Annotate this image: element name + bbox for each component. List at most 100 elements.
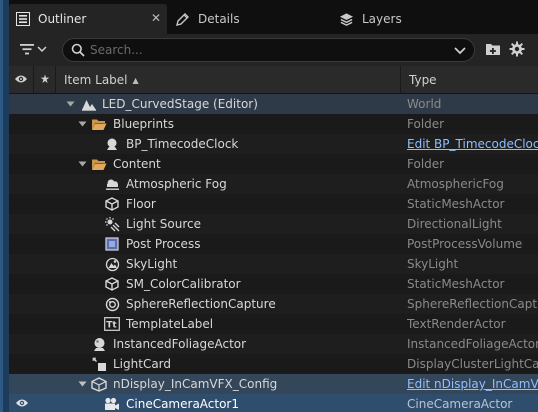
eye-icon [15, 397, 29, 411]
tree-row[interactable]: Light Source DirectionalLight [9, 214, 538, 234]
blueprint-actor-icon [104, 136, 120, 152]
tree-row[interactable]: Floor StaticMeshActor [9, 194, 538, 214]
settings-button[interactable] [508, 41, 526, 59]
edit-blueprint-link[interactable]: Edit BP_TimecodeClock [407, 137, 538, 151]
directional-light-icon [104, 216, 120, 232]
row-label: LED_CurvedStage (Editor) [102, 97, 258, 111]
tab-label: Details [198, 12, 240, 26]
row-label: SphereReflectionCapture [126, 297, 276, 311]
tab-outliner[interactable]: Outliner ✕ [9, 4, 167, 34]
row-type: StaticMeshActor [407, 277, 505, 291]
row-label: CineCameraActor1 [126, 397, 240, 411]
collapse-arrow-icon[interactable] [77, 374, 87, 394]
tree-row[interactable]: CineCameraActor1 CineCameraActor [9, 394, 538, 412]
text-render-icon: Tt [104, 316, 120, 332]
row-label: Post Process [126, 237, 201, 251]
tree-row[interactable]: Tt TemplateLabel TextRenderActor [9, 314, 538, 334]
search-box[interactable] [62, 38, 475, 62]
row-label: InstancedFoliageActor [113, 337, 247, 351]
world-icon [81, 96, 97, 112]
row-label: TemplateLabel [126, 317, 214, 331]
folder-open-icon [91, 156, 107, 172]
collapse-arrow-icon[interactable] [65, 94, 75, 114]
type-column-header[interactable]: Type [401, 66, 538, 94]
row-type: AtmosphericFog [407, 177, 504, 191]
row-type: Folder [407, 157, 445, 171]
tree-row[interactable]: Post Process PostProcessVolume [9, 234, 538, 254]
tab-label: Layers [362, 12, 402, 26]
row-type: CineCameraActor [407, 397, 513, 411]
add-folder-button[interactable] [484, 41, 502, 59]
edit-blueprint-link[interactable]: Edit nDisplay_InCamVFX_Config [407, 377, 538, 391]
reflection-capture-icon [104, 296, 120, 312]
visibility-toggle[interactable] [9, 394, 34, 412]
tab-layers[interactable]: Layers [339, 4, 489, 34]
row-type: DisplayClusterLightCardActor [407, 357, 538, 371]
row-type: StaticMeshActor [407, 197, 505, 211]
column-header: Item Label ▲ Type [9, 66, 538, 94]
row-type: DirectionalLight [407, 217, 502, 231]
tree-row[interactable]: Blueprints Folder [9, 114, 538, 134]
layers-icon [339, 12, 354, 27]
tree-row[interactable]: nDisplay_InCamVFX_Config Edit nDisplay_I… [9, 374, 538, 394]
row-type: World [407, 97, 442, 111]
row-type: InstancedFoliageActor [407, 337, 538, 351]
lightcard-icon [91, 356, 107, 372]
tree-row[interactable]: Atmospheric Fog AtmosphericFog [9, 174, 538, 194]
row-label: nDisplay_InCamVFX_Config [113, 377, 278, 391]
tree-row[interactable]: SkyLight SkyLight [9, 254, 538, 274]
search-icon [71, 43, 85, 60]
static-mesh-icon [104, 276, 120, 292]
collapse-arrow-icon[interactable] [77, 114, 87, 134]
column-label: Item Label [64, 73, 128, 87]
chevron-down-icon[interactable] [454, 45, 466, 59]
ndisplay-icon [91, 376, 107, 392]
row-label: Light Source [126, 217, 201, 231]
close-icon[interactable]: ✕ [151, 11, 161, 25]
gear-icon [509, 41, 525, 60]
collapse-arrow-icon[interactable] [77, 154, 87, 174]
outliner-icon [15, 12, 30, 27]
row-label: Floor [126, 197, 156, 211]
row-type: Folder [407, 117, 445, 131]
row-label: Blueprints [113, 117, 175, 131]
row-label: SkyLight [126, 257, 178, 271]
row-label: Content [113, 157, 161, 171]
tree-row[interactable]: LightCard DisplayClusterLightCardActor [9, 354, 538, 374]
column-type: Type [409, 73, 437, 87]
row-label: Atmospheric Fog [126, 177, 227, 191]
tree-row[interactable]: BP_TimecodeClock Edit BP_TimecodeClock [9, 134, 538, 154]
tree-row[interactable]: InstancedFoliageActor InstancedFoliageAc… [9, 334, 538, 354]
new-folder-icon [485, 42, 501, 59]
search-input[interactable] [90, 41, 440, 59]
outliner-tree: LED_CurvedStage (Editor) World Blueprint… [9, 94, 538, 412]
post-process-icon [104, 236, 120, 252]
tab-label: Outliner [38, 12, 87, 26]
tab-details[interactable]: Details [175, 4, 325, 34]
item-label-column-header[interactable]: Item Label ▲ [56, 66, 401, 94]
tree-row[interactable]: SM_ColorCalibrator StaticMeshActor [9, 274, 538, 294]
row-type: PostProcessVolume [407, 237, 523, 251]
row-type: SphereReflectionCapture [407, 297, 538, 311]
eye-icon [14, 73, 28, 87]
folder-open-icon [91, 116, 107, 132]
svg-text:Tt: Tt [106, 321, 117, 331]
tab-bar: Outliner ✕ Details Layers [9, 0, 538, 34]
row-type: TextRenderActor [407, 317, 506, 331]
static-mesh-icon [104, 196, 120, 212]
skylight-icon [104, 256, 120, 272]
row-label: BP_TimecodeClock [126, 137, 239, 151]
filter-button[interactable] [18, 41, 48, 59]
star-icon [40, 73, 50, 87]
tree-row[interactable]: LED_CurvedStage (Editor) World [9, 94, 538, 114]
row-label: SM_ColorCalibrator [126, 277, 241, 291]
foliage-icon [91, 336, 107, 352]
pinned-column-header[interactable] [34, 66, 56, 94]
fog-icon [104, 176, 120, 192]
tree-row[interactable]: Content Folder [9, 154, 538, 174]
details-icon [175, 12, 190, 27]
visibility-column-header[interactable] [9, 66, 34, 94]
outliner-toolbar [9, 34, 538, 66]
tree-row[interactable]: SphereReflectionCapture SphereReflection… [9, 294, 538, 314]
sort-ascending-icon: ▲ [132, 75, 139, 85]
